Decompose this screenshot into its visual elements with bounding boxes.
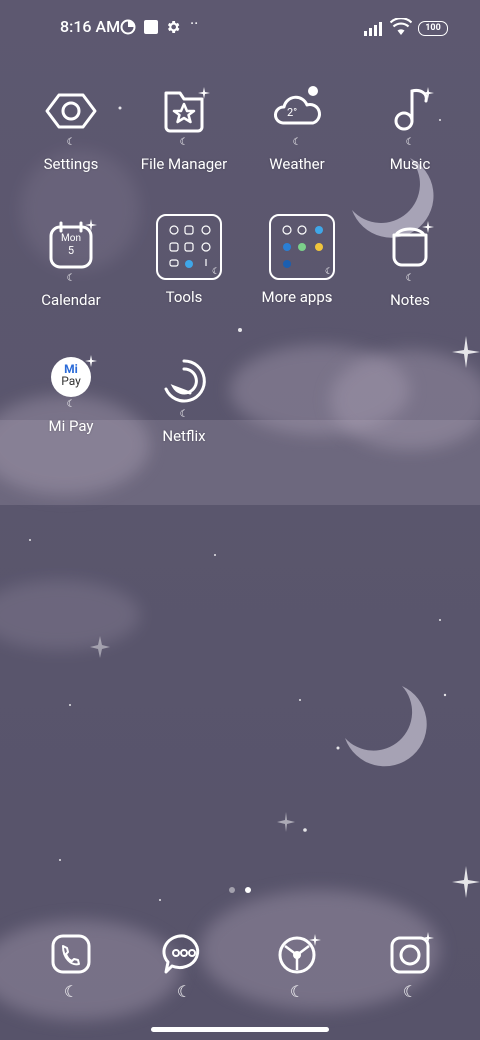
app-music[interactable]: ☾ Music	[355, 83, 465, 173]
app-weather[interactable]: 2° ☾ Weather	[242, 83, 352, 173]
browser-icon	[278, 934, 321, 974]
svg-text:☾: ☾	[325, 267, 333, 277]
app-netflix[interactable]: ☾ Netflix	[129, 355, 239, 445]
app-label: Netflix	[162, 427, 206, 445]
screenshot-icon	[144, 20, 158, 34]
weather-temp: 2°	[287, 106, 298, 119]
moon-icon: ☾	[402, 982, 418, 1001]
more-notifications-icon: ··	[190, 14, 199, 33]
music-note-icon	[382, 83, 438, 139]
svg-text:☾: ☾	[212, 267, 220, 277]
page-dot-active[interactable]	[245, 887, 251, 893]
battery-indicator: 100	[418, 21, 448, 36]
dock-camera[interactable]: ☾	[380, 932, 440, 1001]
moon-icon: ☾	[176, 982, 192, 1001]
page-indicator	[0, 878, 480, 897]
app-settings[interactable]: ☾ Settings	[16, 83, 126, 173]
app-file-manager[interactable]: ☾ File Manager	[129, 83, 239, 173]
mi-pay-icon: Mi Pay	[43, 355, 99, 411]
netflix-icon	[156, 355, 212, 411]
app-label: Weather	[269, 155, 325, 173]
app-label: Tools	[165, 288, 203, 306]
folder-preview: ☾	[269, 214, 335, 280]
dock-phone[interactable]: ☾	[41, 932, 101, 1001]
app-calendar[interactable]: Mon 5 ☾ Calendar	[16, 219, 126, 309]
hexagon-settings-icon	[43, 83, 99, 139]
calendar-day-name: Mon	[61, 233, 81, 244]
wifi-icon	[390, 18, 412, 35]
folder-star-icon	[156, 83, 212, 139]
clock: 8:16 AM	[60, 17, 121, 36]
dock-messages[interactable]: ☾	[154, 932, 214, 1001]
calendar-day-number: 5	[67, 244, 75, 257]
app-label: Mi Pay	[48, 417, 94, 435]
cloud-weather-icon: 2°	[269, 83, 325, 139]
app-label: Settings	[43, 155, 99, 173]
app-label: Calendar	[41, 291, 101, 309]
folder-preview: ☾	[156, 214, 222, 280]
dock-browser[interactable]: ☾	[267, 932, 327, 1001]
camera-icon	[390, 932, 434, 974]
page-dot[interactable]	[229, 887, 235, 893]
app-label: File Manager	[140, 155, 228, 173]
signal-icon	[364, 22, 382, 36]
folder-tools[interactable]: ☾ Tools	[129, 214, 239, 306]
calendar-icon: Mon 5	[43, 219, 99, 275]
moon-icon: ☾	[289, 982, 305, 1001]
moon-icon: ☾	[63, 982, 79, 1001]
data-saver-icon	[120, 19, 136, 35]
chat-bubble-icon	[162, 934, 200, 974]
app-label: More apps	[261, 288, 333, 306]
app-notes[interactable]: ☾ Notes	[355, 219, 465, 309]
phone-icon	[51, 934, 91, 974]
gear-icon	[167, 21, 180, 33]
app-label: Notes	[390, 291, 430, 309]
app-mi-pay[interactable]: Mi Pay ☾ Mi Pay	[16, 355, 126, 435]
app-label: Music	[389, 155, 431, 173]
home-gesture-bar[interactable]	[151, 1027, 329, 1032]
status-bar: 8:16 AM ·· 100	[0, 0, 480, 56]
notes-icon	[382, 219, 438, 275]
folder-more-apps[interactable]: ☾ More apps	[242, 214, 352, 306]
